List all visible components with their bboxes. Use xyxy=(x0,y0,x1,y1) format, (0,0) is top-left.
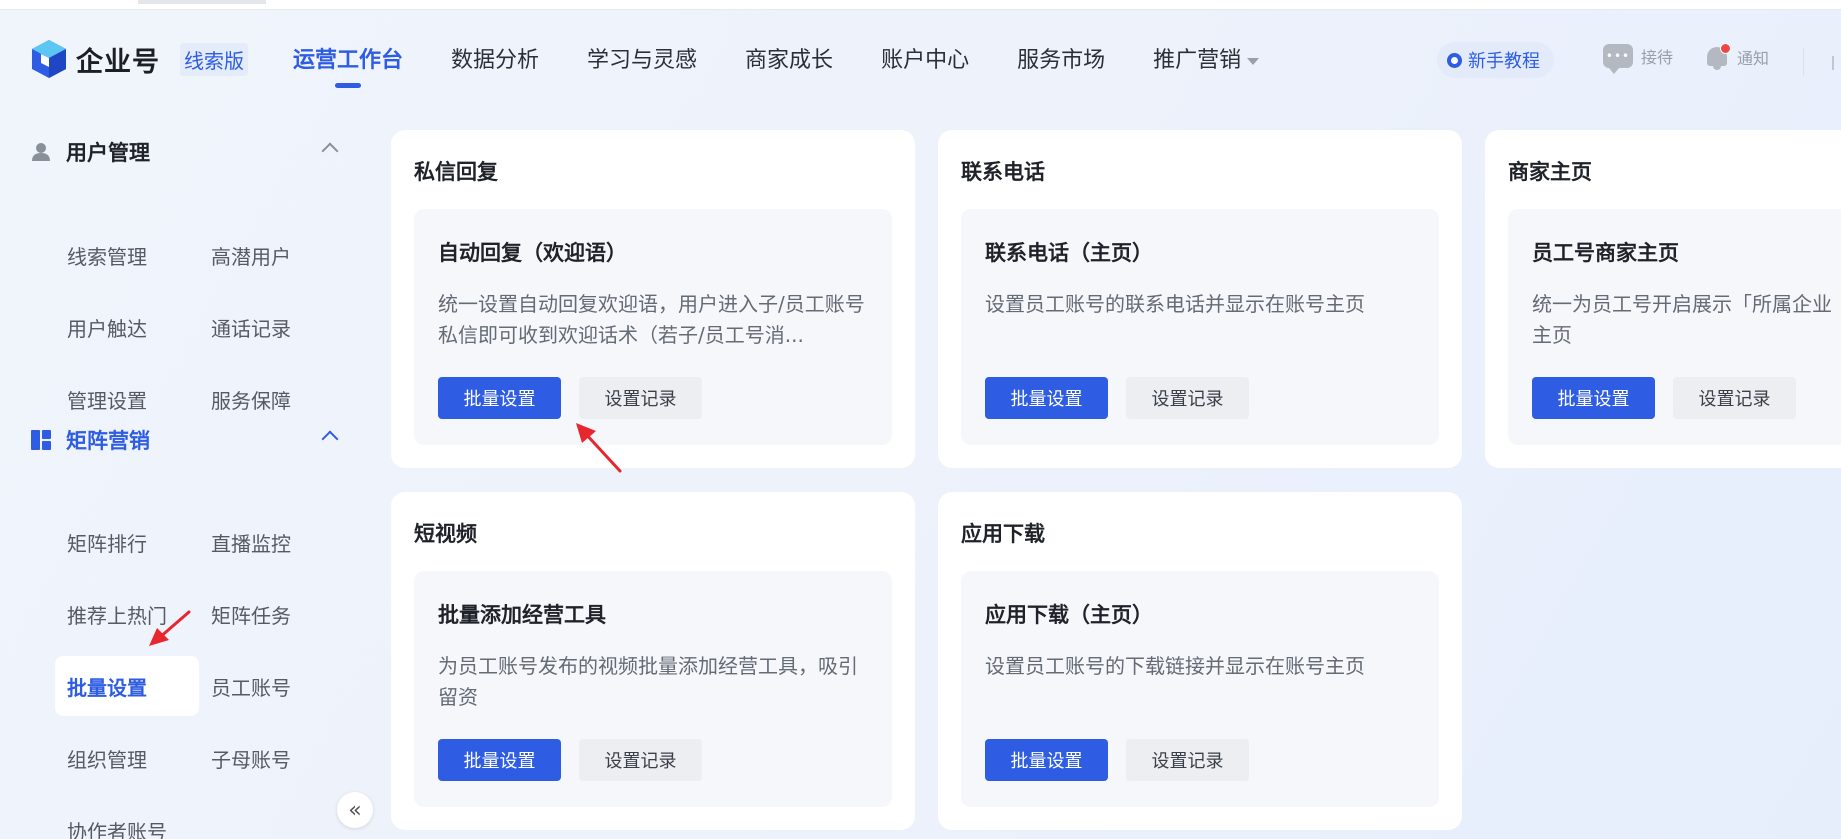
header-overflow-icon xyxy=(1832,56,1841,70)
grid-icon xyxy=(30,429,52,451)
sidebar-item-org-mgmt[interactable]: 组织管理 xyxy=(55,728,199,788)
item-description: 统一为员工号开启展示「所属企业主页 xyxy=(1532,292,1832,347)
chat-bubble-icon: ••• xyxy=(1603,44,1633,74)
card-item: 自动回复（欢迎语） 统一设置自动回复欢迎语，用户进入子/员工账号私信即可收到欢迎… xyxy=(414,209,892,445)
item-title: 联系电话（主页） xyxy=(985,241,1153,265)
caret-down-icon xyxy=(1247,57,1260,65)
card-title: 私信回复 xyxy=(414,160,498,184)
card-item: 批量添加经营工具 为员工账号发布的视频批量添加经营工具，吸引留资 批量设置 设置… xyxy=(414,571,892,807)
tutorial-button[interactable]: 新手教程 xyxy=(1437,42,1554,78)
user-icon xyxy=(30,141,52,163)
card-short-video: 短视频 批量添加经营工具 为员工账号发布的视频批量添加经营工具，吸引留资 批量设… xyxy=(391,492,915,830)
top-header: 企业号 线索版 运营工作台 数据分析 学习与灵感 商家成长 账户中心 服务市场 … xyxy=(0,10,1841,110)
edition-badge: 线索版 xyxy=(180,42,248,76)
tab-fragment xyxy=(138,0,266,4)
sidebar-item-parent-child-accounts[interactable]: 子母账号 xyxy=(199,728,343,788)
sidebar-item-leads[interactable]: 线索管理 xyxy=(55,225,199,285)
card-title: 商家主页 xyxy=(1508,160,1592,184)
nav-service-market[interactable]: 服务市场 xyxy=(1017,42,1105,74)
sidebar-item-promote-hot[interactable]: 推荐上热门 xyxy=(55,584,199,644)
reception-label: 接待 xyxy=(1641,48,1674,67)
card-title: 联系电话 xyxy=(961,160,1045,184)
nav-account-center[interactable]: 账户中心 xyxy=(881,42,969,74)
card-title: 短视频 xyxy=(414,522,477,546)
card-merchant-homepage: 商家主页 员工号商家主页 统一为员工号开启展示「所属企业主页 批量设置 设置记录 xyxy=(1485,130,1841,468)
sidebar-item-batch-settings[interactable]: 批量设置 xyxy=(55,656,199,716)
item-title: 员工号商家主页 xyxy=(1532,241,1679,265)
browser-top-strip xyxy=(0,0,1841,10)
batch-setting-button[interactable]: 批量设置 xyxy=(1532,377,1655,419)
card-private-message: 私信回复 自动回复（欢迎语） 统一设置自动回复欢迎语，用户进入子/员工账号私信即… xyxy=(391,130,915,468)
brand-name: 企业号 xyxy=(76,46,160,78)
bell-icon xyxy=(1705,43,1731,70)
chevron-up-icon[interactable] xyxy=(321,142,339,160)
batch-setting-button[interactable]: 批量设置 xyxy=(438,739,561,781)
nav-promotion[interactable]: 推广营销 xyxy=(1153,42,1260,74)
sidebar-item-collaborator-accounts[interactable]: 协作者账号 xyxy=(55,800,199,839)
card-item: 应用下载（主页） 设置员工账号的下载链接并显示在账号主页 批量设置 设置记录 xyxy=(961,571,1439,807)
unread-dot xyxy=(1720,43,1731,54)
setting-record-button[interactable]: 设置记录 xyxy=(579,739,702,781)
nav-data-analysis[interactable]: 数据分析 xyxy=(451,42,539,74)
sidebar: 用户管理 线索管理 高潜用户 用户触达 通话记录 管理设置 服务保障 矩阵营销 … xyxy=(0,110,370,839)
sidebar-section-user-mgmt[interactable]: 用户管理 xyxy=(30,132,350,172)
nav-learning[interactable]: 学习与灵感 xyxy=(587,42,697,74)
setting-record-button[interactable]: 设置记录 xyxy=(1673,377,1796,419)
item-description: 设置员工账号的下载链接并显示在账号主页 xyxy=(985,654,1365,678)
sidebar-item-employee-accounts[interactable]: 员工账号 xyxy=(199,656,343,716)
sidebar-item-live-monitor[interactable]: 直播监控 xyxy=(199,512,343,572)
cube-logo-icon xyxy=(30,38,68,80)
card-app-download: 应用下载 应用下载（主页） 设置员工账号的下载链接并显示在账号主页 批量设置 设… xyxy=(938,492,1462,830)
sidebar-item-potential-users[interactable]: 高潜用户 xyxy=(199,225,343,285)
header-divider xyxy=(1803,48,1804,76)
setting-record-button[interactable]: 设置记录 xyxy=(1126,739,1249,781)
card-item: 员工号商家主页 统一为员工号开启展示「所属企业主页 批量设置 设置记录 xyxy=(1508,209,1841,445)
reception-button[interactable]: ••• 接待 xyxy=(1603,44,1674,74)
sidebar-item-matrix-rank[interactable]: 矩阵排行 xyxy=(55,512,199,572)
card-contact-phone: 联系电话 联系电话（主页） 设置员工账号的联系电话并显示在账号主页 批量设置 设… xyxy=(938,130,1462,468)
nav-ops-workbench[interactable]: 运营工作台 xyxy=(293,42,403,74)
setting-record-button[interactable]: 设置记录 xyxy=(1126,377,1249,419)
card-title: 应用下载 xyxy=(961,522,1045,546)
nav-promotion-label: 推广营销 xyxy=(1153,48,1242,73)
sidebar-item-matrix-tasks[interactable]: 矩阵任务 xyxy=(199,584,343,644)
card-item: 联系电话（主页） 设置员工账号的联系电话并显示在账号主页 批量设置 设置记录 xyxy=(961,209,1439,445)
batch-setting-button[interactable]: 批量设置 xyxy=(438,377,561,419)
item-title: 自动回复（欢迎语） xyxy=(438,241,627,265)
item-description: 设置员工账号的联系电话并显示在账号主页 xyxy=(985,292,1365,316)
setting-record-button[interactable]: 设置记录 xyxy=(579,377,702,419)
item-description: 为员工账号发布的视频批量添加经营工具，吸引留资 xyxy=(438,654,858,709)
chevron-up-icon[interactable] xyxy=(321,430,339,448)
sidebar-item-user-reach[interactable]: 用户触达 xyxy=(55,297,199,357)
tutorial-label: 新手教程 xyxy=(1468,51,1540,72)
main-nav: 运营工作台 数据分析 学习与灵感 商家成长 账户中心 服务市场 推广营销 xyxy=(293,42,1307,74)
item-title: 应用下载（主页） xyxy=(985,603,1153,627)
compass-icon xyxy=(1447,52,1462,68)
nav-merchant-growth[interactable]: 商家成长 xyxy=(745,42,833,74)
sidebar-item-call-log[interactable]: 通话记录 xyxy=(199,297,343,357)
batch-setting-button[interactable]: 批量设置 xyxy=(985,739,1108,781)
section-label: 用户管理 xyxy=(66,141,150,165)
brand-logo[interactable]: 企业号 线索版 xyxy=(30,36,248,82)
item-description: 统一设置自动回复欢迎语，用户进入子/员工账号私信即可收到欢迎话术（若子/员工号消… xyxy=(438,292,865,347)
sidebar-section-matrix-marketing[interactable]: 矩阵营销 xyxy=(30,420,350,460)
item-title: 批量添加经营工具 xyxy=(438,603,606,627)
batch-setting-button[interactable]: 批量设置 xyxy=(985,377,1108,419)
collapse-sidebar-button[interactable]: « xyxy=(337,792,373,828)
notice-button[interactable]: 通知 xyxy=(1705,43,1770,70)
section-label: 矩阵营销 xyxy=(66,429,150,453)
notice-label: 通知 xyxy=(1737,49,1770,68)
